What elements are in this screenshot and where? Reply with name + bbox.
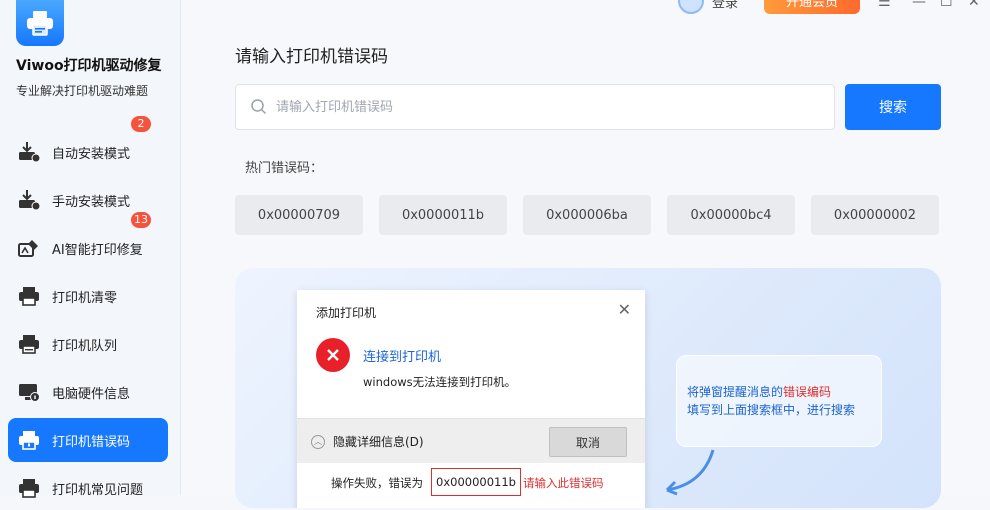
sidebar-item-error-code[interactable]: 打印机错误码 bbox=[8, 418, 168, 462]
printer-logo-icon bbox=[27, 11, 53, 36]
fail-error-code: 0x00000011b bbox=[431, 468, 521, 496]
app-name: Viwoo打印机驱动修复 bbox=[16, 58, 162, 74]
login-area[interactable]: 登录 bbox=[678, 0, 738, 14]
login-label: 登录 bbox=[712, 0, 739, 11]
sidebar-item-faq[interactable]: 打印机常见问题 bbox=[8, 466, 168, 510]
example-error-dialog: 添加打印机 ✕ 连接到打印机 windows无法连接到打印机。 ︿ 隐藏详细信息… bbox=[297, 290, 645, 508]
printer-reset-icon bbox=[16, 283, 42, 309]
hot-codes-label: 热门错误码： bbox=[245, 161, 324, 176]
sidebar-item-label: 手动安装模式 bbox=[52, 194, 131, 210]
close-window-icon[interactable]: ✕ bbox=[968, 0, 980, 10]
tip-line-1-highlight: 错误编码 bbox=[783, 385, 832, 399]
dialog-heading: 连接到打印机 bbox=[363, 350, 442, 365]
chevron-up-icon: ︿ bbox=[311, 434, 325, 449]
hide-details-toggle: ︿ 隐藏详细信息(D) bbox=[311, 433, 424, 450]
dialog-title: 添加打印机 bbox=[316, 306, 377, 320]
tip-card: 将弹窗提醒消息的错误编码 填写到上面搜索框中，进行搜索 bbox=[676, 355, 882, 447]
sidebar-item-label: 打印机清零 bbox=[52, 290, 118, 306]
minimize-icon[interactable]: — bbox=[912, 0, 926, 10]
avatar bbox=[678, 0, 704, 14]
fail-hint: 请输入此错误码 bbox=[523, 476, 604, 490]
sidebar-item-hardware-info[interactable]: 电脑硬件信息 bbox=[8, 370, 168, 414]
main-content: 请输入打印机错误码 搜索 热门错误码： 0x00000709 0x0000011… bbox=[181, 0, 990, 508]
error-code-icon bbox=[16, 427, 42, 453]
search-input[interactable] bbox=[274, 98, 818, 116]
notification-badge: 2 bbox=[131, 116, 151, 132]
error-icon bbox=[316, 338, 350, 372]
page-title: 请输入打印机错误码 bbox=[235, 47, 388, 67]
ai-repair-icon bbox=[16, 235, 42, 261]
dialog-message: windows无法连接到打印机。 bbox=[363, 375, 517, 389]
search-box[interactable] bbox=[235, 84, 835, 130]
sidebar-item-label: 自动安装模式 bbox=[52, 146, 131, 162]
maximize-icon[interactable]: ☐ bbox=[940, 0, 953, 10]
manual-install-icon bbox=[16, 187, 42, 213]
tip-line-1: 将弹窗提醒消息的错误编码 bbox=[687, 383, 831, 400]
search-icon bbox=[251, 99, 267, 115]
sidebar-item-ai-repair[interactable]: AI智能打印修复 13 bbox=[8, 212, 168, 270]
sidebar-item-label: AI智能打印修复 bbox=[52, 242, 143, 258]
sidebar-item-printer-queue[interactable]: 打印机队列 bbox=[8, 322, 168, 366]
faq-icon bbox=[16, 475, 42, 501]
hot-code-chip[interactable]: 0x00000709 bbox=[235, 195, 363, 235]
vip-button[interactable]: 开通会员 bbox=[764, 0, 860, 14]
app-subtitle: 专业解决打印机驱动难题 bbox=[16, 84, 149, 98]
hot-code-chip[interactable]: 0x000006ba bbox=[523, 195, 651, 235]
hot-code-chip[interactable]: 0x0000011b bbox=[379, 195, 507, 235]
app-logo bbox=[16, 0, 64, 46]
auto-install-icon bbox=[16, 139, 42, 165]
dialog-footer: ︿ 隐藏详细信息(D) 取消 bbox=[297, 418, 645, 463]
sidebar-item-label: 电脑硬件信息 bbox=[52, 386, 131, 402]
hardware-info-icon bbox=[16, 379, 42, 405]
instruction-illustration: 添加打印机 ✕ 连接到打印机 windows无法连接到打印机。 ︿ 隐藏详细信息… bbox=[235, 268, 941, 508]
sidebar-item-label: 打印机队列 bbox=[52, 338, 118, 354]
tip-line-2: 填写到上面搜索框中，进行搜索 bbox=[687, 403, 856, 417]
sidebar-item-label: 打印机错误码 bbox=[52, 434, 131, 450]
sidebar-item-auto-install[interactable]: 自动安装模式 2 bbox=[8, 116, 168, 174]
tip-line-1-prefix: 将弹窗提醒消息的 bbox=[687, 385, 784, 399]
fail-prefix: 操作失败，错误为 bbox=[331, 476, 423, 490]
close-icon: ✕ bbox=[617, 300, 631, 319]
curved-arrow-icon bbox=[665, 449, 715, 496]
hide-details-label: 隐藏详细信息(D) bbox=[333, 435, 424, 449]
hot-code-chip[interactable]: 0x00000bc4 bbox=[667, 195, 795, 235]
menu-icon[interactable]: ☰ bbox=[878, 0, 891, 10]
search-button[interactable]: 搜索 bbox=[845, 84, 941, 130]
cancel-button: 取消 bbox=[549, 427, 627, 457]
sidebar-item-printer-reset[interactable]: 打印机清零 bbox=[8, 274, 168, 318]
sidebar: Viwoo打印机驱动修复 专业解决打印机驱动难题 自动安装模式 2 手动安装模式… bbox=[0, 0, 181, 498]
notification-badge: 13 bbox=[131, 212, 151, 228]
hot-code-chip[interactable]: 0x00000002 bbox=[811, 195, 939, 235]
printer-queue-icon bbox=[16, 331, 42, 357]
